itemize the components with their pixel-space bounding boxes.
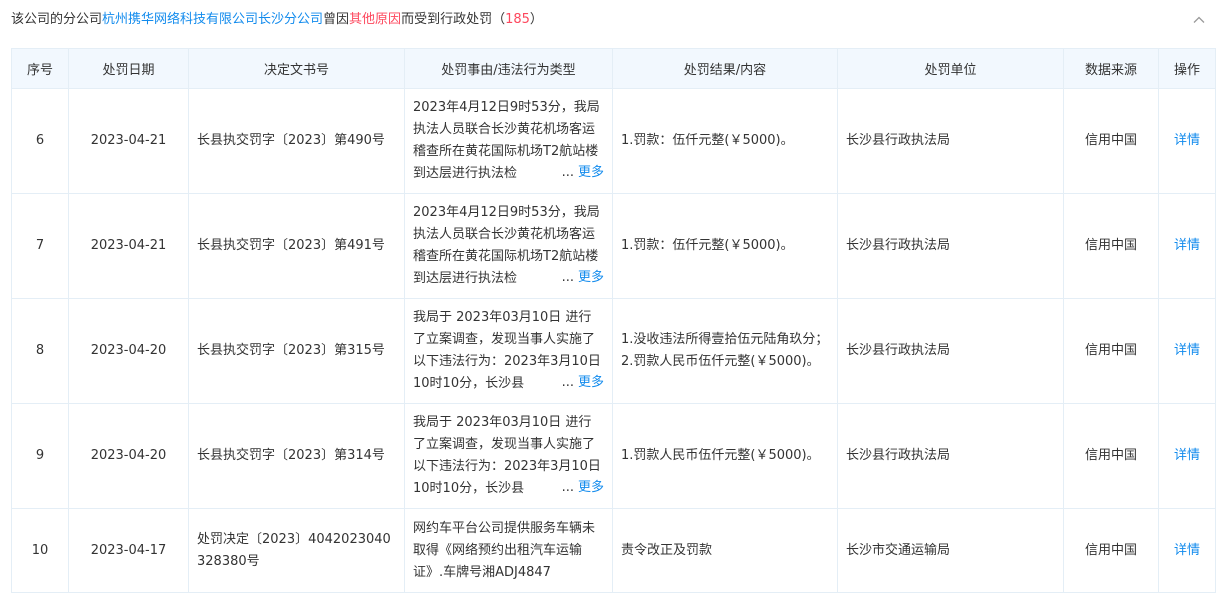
branch-company-link[interactable]: 杭州携华网络科技有限公司长沙分公司 <box>102 12 323 27</box>
column-header-reason: 处罚事由/违法行为类型 <box>404 48 613 89</box>
row-reason-cell: 2023年4月12日9时53分，我局执法人员联合长沙黄花机场客运稽查所在黄花国际… <box>404 193 613 299</box>
more-link[interactable]: 更多 <box>578 270 604 285</box>
row-no: 7 <box>11 193 69 299</box>
row-source: 信用中国 <box>1063 193 1159 299</box>
row-date: 2023-04-17 <box>68 508 189 593</box>
row-reason-cell: 我局于 2023年03月10日 进行了立案调查，发现当事人实施了以下违法行为：2… <box>404 403 613 509</box>
column-header-no: 序号 <box>11 48 69 89</box>
row-doc: 长县执交罚字〔2023〕第315号 <box>188 298 405 404</box>
ellipsis: ... <box>561 165 574 180</box>
header-prefix: 该公司的分公司 <box>11 12 103 27</box>
row-date: 2023-04-21 <box>68 88 189 194</box>
row-unit: 长沙市交通运输局 <box>837 508 1064 593</box>
section-header: 该公司的分公司杭州携华网络科技有限公司长沙分公司曾因其他原因而受到行政处罚（18… <box>0 0 1225 44</box>
ellipsis: ... <box>561 375 574 390</box>
column-header-doc: 决定文书号 <box>188 48 405 89</box>
detail-link[interactable]: 详情 <box>1158 508 1216 593</box>
row-date: 2023-04-21 <box>68 193 189 299</box>
row-source: 信用中国 <box>1063 298 1159 404</box>
detail-link[interactable]: 详情 <box>1158 88 1216 194</box>
row-unit: 长沙县行政执法局 <box>837 298 1064 404</box>
row-date: 2023-04-20 <box>68 403 189 509</box>
row-result: 1.罚款人民币伍仟元整(￥5000)。 <box>612 403 838 509</box>
more-link[interactable]: 更多 <box>578 375 604 390</box>
row-source: 信用中国 <box>1063 508 1159 593</box>
row-date: 2023-04-20 <box>68 298 189 404</box>
row-result: 1.罚款：伍仟元整(￥5000)。 <box>612 88 838 194</box>
table-row: 8 2023-04-20 长县执交罚字〔2023〕第315号 我局于 2023年… <box>11 298 1216 404</box>
row-no: 10 <box>11 508 69 593</box>
row-no: 6 <box>11 88 69 194</box>
header-close: ） <box>529 12 543 27</box>
more-control: ... 更多 <box>559 477 604 499</box>
row-unit: 长沙县行政执法局 <box>837 88 1064 194</box>
column-header-result: 处罚结果/内容 <box>612 48 838 89</box>
more-control: ... 更多 <box>559 162 604 184</box>
row-doc: 长县执交罚字〔2023〕第491号 <box>188 193 405 299</box>
table-row: 7 2023-04-21 长县执交罚字〔2023〕第491号 2023年4月12… <box>11 193 1216 299</box>
header-middle: 曾因 <box>323 12 350 27</box>
row-source: 信用中国 <box>1063 88 1159 194</box>
more-link[interactable]: 更多 <box>578 480 604 495</box>
more-link[interactable]: 更多 <box>578 165 604 180</box>
header-reason: 其他原因 <box>349 12 402 27</box>
row-doc: 长县执交罚字〔2023〕第314号 <box>188 403 405 509</box>
column-header-action: 操作 <box>1158 48 1216 89</box>
row-result: 1.没收违法所得壹拾伍元陆角玖分； 2.罚款人民币伍仟元整(￥5000)。 <box>612 298 838 404</box>
detail-link[interactable]: 详情 <box>1158 193 1216 299</box>
ellipsis: ... <box>561 480 574 495</box>
row-no: 9 <box>11 403 69 509</box>
row-unit: 长沙县行政执法局 <box>837 193 1064 299</box>
table-row: 6 2023-04-21 长县执交罚字〔2023〕第490号 2023年4月12… <box>11 88 1216 194</box>
detail-link[interactable]: 详情 <box>1158 403 1216 509</box>
row-no: 8 <box>11 298 69 404</box>
more-control: ... 更多 <box>559 372 604 394</box>
table-row: 9 2023-04-20 长县执交罚字〔2023〕第314号 我局于 2023年… <box>11 403 1216 509</box>
chevron-up-icon[interactable] <box>1193 14 1205 26</box>
table-row: 10 2023-04-17 处罚决定〔2023〕4042023040328380… <box>11 508 1216 593</box>
penalty-count: 185 <box>505 12 530 27</box>
column-header-date: 处罚日期 <box>68 48 189 89</box>
detail-link[interactable]: 详情 <box>1158 298 1216 404</box>
row-result: 1.罚款：伍仟元整(￥5000)。 <box>612 193 838 299</box>
row-reason-cell: 2023年4月12日9时53分，我局执法人员联合长沙黄花机场客运稽查所在黄花国际… <box>404 88 613 194</box>
ellipsis: ... <box>561 270 574 285</box>
row-source: 信用中国 <box>1063 403 1159 509</box>
column-header-unit: 处罚单位 <box>837 48 1064 89</box>
row-doc: 处罚决定〔2023〕4042023040328380号 <box>188 508 405 593</box>
more-control: ... 更多 <box>559 267 604 289</box>
row-result: 责令改正及罚款 <box>612 508 838 593</box>
column-header-source: 数据来源 <box>1063 48 1159 89</box>
row-reason-cell: 我局于 2023年03月10日 进行了立案调查，发现当事人实施了以下违法行为：2… <box>404 298 613 404</box>
row-doc: 长县执交罚字〔2023〕第490号 <box>188 88 405 194</box>
row-reason: 网约车平台公司提供服务车辆未取得《网络预约出租汽车运输证》.车牌号湘ADJ484… <box>404 508 613 593</box>
header-suffix: 而受到行政处罚（ <box>401 12 506 27</box>
table-header-row: 序号 处罚日期 决定文书号 处罚事由/违法行为类型 处罚结果/内容 处罚单位 数… <box>11 48 1216 89</box>
row-unit: 长沙县行政执法局 <box>837 403 1064 509</box>
penalty-table: 序号 处罚日期 决定文书号 处罚事由/违法行为类型 处罚结果/内容 处罚单位 数… <box>11 48 1216 593</box>
